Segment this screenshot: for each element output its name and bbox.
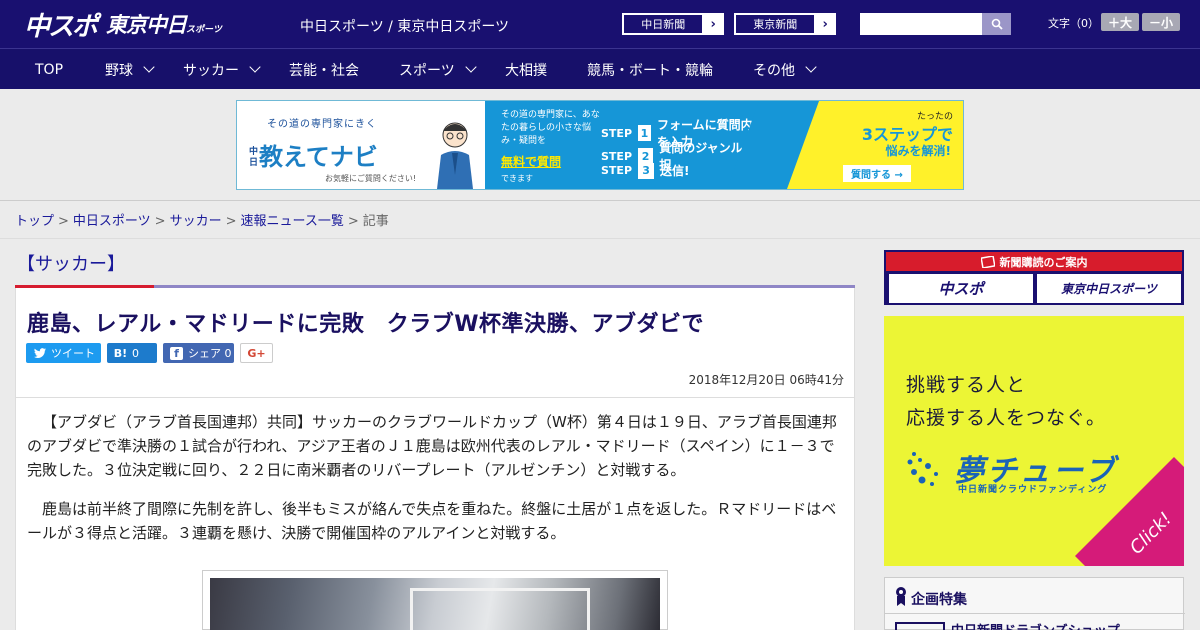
chunichi-shimbun-link[interactable]: 中日新聞 › [622, 13, 724, 35]
ad-mid-tail: できます [501, 174, 533, 183]
main-nav: TOP 野球 サッカー 芸能・社会 スポーツ 大相撲 競馬・ボート・競輪 その他 [0, 48, 1200, 89]
article-paragraph-1: 【アブダビ（アラブ首長国連邦）共同】サッカーのクラブワールドカップ（W杯）第４日… [27, 413, 837, 479]
facebook-share-button[interactable]: f シェア 0 [163, 343, 234, 363]
nav-item-baseball[interactable]: 野球 [105, 49, 155, 90]
chunichi-shimbun-label: 中日新聞 [623, 14, 704, 34]
nav-item-top[interactable]: TOP [35, 49, 63, 90]
ad-right-panel: たったの 3ステップで 悩みを解消! 質問する → [726, 101, 963, 189]
breadcrumb-sep: > [347, 214, 359, 229]
tweet-button[interactable]: ツイート [26, 343, 101, 363]
category-heading: 【サッカー】 [17, 254, 125, 275]
feature-item-link[interactable]: 中日新聞ドラゴンズショップ [951, 620, 1120, 630]
dots-logo-icon [907, 452, 938, 486]
ad-mid-highlight: 無料で質問 [501, 155, 562, 169]
chevron-down-icon [143, 61, 155, 73]
nav-label: サッカー [183, 62, 239, 79]
site-logo[interactable]: 中スポ 東京中日スポーツ [24, 6, 222, 42]
breadcrumb-divider [0, 238, 1200, 239]
breadcrumb: トップ > 中日スポーツ > サッカー > 速報ニュース一覧 > 記事 [15, 210, 389, 229]
top-header: 中スポ 東京中日スポーツ 中日スポーツ / 東京中日スポーツ 中日新聞 › 東京… [0, 0, 1200, 48]
ad-line-2: 応援する人をつなぐ。 [906, 407, 1107, 429]
nav-label: TOP [35, 61, 64, 78]
goal-net [410, 588, 590, 630]
breadcrumb-current: 記事 [362, 214, 389, 229]
search-input[interactable] [860, 13, 982, 35]
newspaper-icon [980, 255, 995, 268]
nav-item-sports[interactable]: スポーツ [399, 49, 477, 90]
nav-label: 大相撲 [505, 62, 547, 79]
article-date: 2018年12月20日 06時41分 [688, 373, 844, 387]
nav-item-soccer[interactable]: サッカー [183, 49, 261, 90]
font-bigger-button[interactable]: ＋大 [1101, 13, 1139, 31]
breadcrumb-chunichi-sports[interactable]: 中日スポーツ [73, 214, 151, 229]
breadcrumb-news-list[interactable]: 速報ニュース一覧 [241, 214, 344, 229]
chevron-down-icon [805, 61, 817, 73]
feature-box: 企画特集 中日新聞ドラゴンズショップ [884, 577, 1185, 630]
subscribe-tokyo-chunichi-button[interactable]: 東京中日スポーツ [1037, 274, 1181, 303]
tokyo-shimbun-label: 東京新聞 [735, 14, 816, 34]
feature-divider [885, 613, 1185, 614]
ad-step-3: STEP 3 送信! [601, 162, 690, 179]
breadcrumb-sep: > [225, 214, 237, 229]
chevron-down-icon [249, 61, 261, 73]
article-photo[interactable] [210, 578, 660, 630]
facebook-label: シェア [188, 347, 221, 360]
nav-label: 芸能・社会 [289, 62, 359, 79]
subscribe-chuspo-button[interactable]: 中スポ [889, 274, 1033, 303]
ad-cta-button[interactable]: 質問する → [843, 165, 911, 182]
hatena-bookmark-button[interactable]: B! 0 [107, 343, 157, 363]
hatena-count: 0 [132, 346, 139, 360]
facebook-icon: f [170, 346, 183, 360]
ad-subtitle: 中日新聞クラウドファンディング [958, 485, 1108, 495]
chevron-right-icon: › [822, 16, 828, 32]
nav-label: 野球 [105, 62, 133, 79]
ad-right-mid: 悩みを解消! [885, 144, 951, 158]
nav-item-other[interactable]: その他 [753, 49, 817, 90]
expert-illustration-icon [437, 122, 473, 189]
breadcrumb-top[interactable]: トップ [15, 214, 54, 229]
article-title: 鹿島、レアル・マドリードに完敗 クラブW杯準決勝、アブダビで [27, 312, 705, 337]
yume-tube-ad[interactable]: 挑戦する人と 応援する人をつなぐ。 夢チューブ 中日新聞クラウドファンディング … [884, 316, 1184, 566]
google-plus-button[interactable]: G+ [240, 343, 273, 363]
ad-line-1: 挑戦する人と [906, 374, 1027, 396]
nav-item-entertainment[interactable]: 芸能・社会 [289, 49, 359, 90]
font-size-label: 文字（0） [1048, 17, 1099, 30]
tweet-label: ツイート [51, 347, 95, 360]
chevron-right-icon: › [710, 16, 716, 32]
banner-area: その道の専門家にきく 中日教えてナビ お気軽にご質問ください! その道の専門家に… [0, 89, 1200, 201]
nav-label: その他 [753, 62, 795, 79]
hatena-icon: B! [113, 346, 128, 360]
search-button[interactable] [982, 13, 1011, 35]
article-paragraph-2: 鹿島は前半終了間際に先制を許し、後半もミスが絡んで失点を重ねた。終盤に土居が１点… [27, 500, 837, 542]
nav-label: スポーツ [399, 62, 455, 79]
nav-item-sumo[interactable]: 大相撲 [505, 49, 547, 90]
facebook-count: 0 [224, 346, 232, 360]
feature-thumbnail[interactable] [895, 622, 945, 630]
chunichi-sports-logo: 中スポ [24, 11, 98, 42]
ad-tagline: その道の専門家にきく [267, 119, 377, 130]
tokyo-chunichi-logo: 東京中日スポーツ [106, 13, 222, 37]
twitter-icon [33, 347, 46, 360]
ad-note: お気軽にご質問ください! [325, 174, 417, 183]
nav-item-racing[interactable]: 競馬・ボート・競輪 [587, 49, 713, 90]
subscription-box: 新聞購読のご案内 中スポ 東京中日スポーツ [884, 250, 1184, 305]
breadcrumb-soccer[interactable]: サッカー [170, 214, 222, 229]
oshiete-navi-banner-ad[interactable]: その道の専門家にきく 中日教えてナビ お気軽にご質問ください! その道の専門家に… [236, 100, 964, 190]
tokyo-shimbun-link[interactable]: 東京新聞 › [734, 13, 836, 35]
ribbon-icon [896, 587, 906, 606]
subscription-title: 新聞購読のご案内 [886, 252, 1182, 271]
breadcrumb-sep: > [154, 214, 166, 229]
nav-label: 競馬・ボート・競輪 [587, 62, 713, 79]
feature-title: 企画特集 [911, 592, 967, 608]
site-name: 中日スポーツ / 東京中日スポーツ [300, 19, 510, 35]
ad-left-panel: その道の専門家にきく 中日教えてナビ お気軽にご質問ください! [237, 101, 485, 189]
search-icon [991, 18, 1003, 30]
ad-brand: 中日教えてナビ [249, 143, 378, 171]
font-smaller-button[interactable]: －小 [1142, 13, 1180, 31]
ad-middle-panel: その道の専門家に、あなたの暮らしの小さな悩み・疑問を 無料で質問 できます ST… [485, 101, 773, 189]
ad-mid-text: その道の専門家に、あなたの暮らしの小さな悩み・疑問を [501, 110, 600, 146]
chevron-down-icon [465, 61, 477, 73]
gplus-icon: G+ [247, 346, 266, 360]
breadcrumb-sep: > [58, 214, 69, 229]
